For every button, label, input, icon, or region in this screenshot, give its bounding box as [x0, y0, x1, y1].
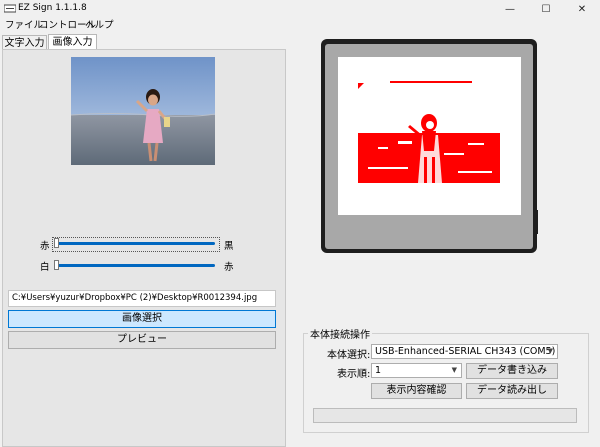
minimize-button[interactable]: —: [492, 0, 528, 18]
maximize-button[interactable]: ☐: [528, 0, 564, 18]
select-image-button[interactable]: 画像選択: [8, 310, 276, 328]
slider2-track[interactable]: [55, 264, 215, 267]
device-side-button: [535, 210, 538, 234]
chevron-down-icon: ▼: [451, 366, 457, 374]
read-data-button[interactable]: データ読み出し: [466, 383, 558, 399]
file-path-input[interactable]: C:¥Users¥yuzur¥Dropbox¥PC (2)¥Desktop¥R0…: [8, 290, 276, 307]
chevron-down-icon: ▼: [547, 347, 553, 355]
device-select-value: USB-Enhanced-SERIAL CH343 (COM5): [375, 346, 556, 357]
menu-help[interactable]: ヘルプ: [84, 18, 115, 33]
display-order-label: 表示順:: [337, 369, 371, 380]
device-select-label: 本体選択:: [327, 350, 371, 361]
slider2-left-label: 白: [40, 262, 50, 273]
slider1-thumb[interactable]: [54, 238, 59, 248]
slider1-track[interactable]: [55, 242, 215, 245]
tab-image-input[interactable]: 画像入力: [48, 34, 97, 50]
window-title: EZ Sign 1.1.1.8: [18, 3, 87, 13]
transfer-progress-bar: [313, 408, 577, 423]
write-data-button[interactable]: データ書き込み: [466, 363, 558, 379]
display-order-combo[interactable]: 1 ▼: [371, 363, 462, 378]
app-icon: [4, 4, 16, 13]
slider2-thumb[interactable]: [54, 260, 59, 270]
preview-button[interactable]: プレビュー: [8, 331, 276, 349]
group-title: 本体接続操作: [308, 326, 372, 341]
device-select-combo[interactable]: USB-Enhanced-SERIAL CH343 (COM5) ▼: [371, 344, 558, 359]
slider1-left-label: 赤: [40, 241, 50, 252]
source-photo: [71, 57, 215, 165]
confirm-display-button[interactable]: 表示内容確認: [371, 383, 462, 399]
close-button[interactable]: ✕: [564, 0, 600, 18]
preview-screen: [338, 57, 521, 215]
slider2-right-label: 赤: [224, 262, 234, 273]
display-order-value: 1: [375, 365, 382, 376]
tab-text-input[interactable]: 文字入力: [2, 35, 47, 50]
slider1-right-label: 黒: [224, 241, 234, 252]
